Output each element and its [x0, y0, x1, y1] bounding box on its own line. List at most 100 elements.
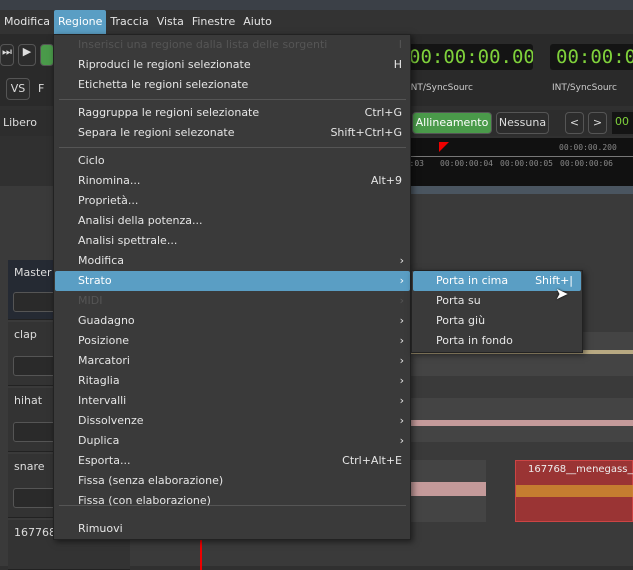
track-name: snare: [14, 460, 45, 473]
snap-button[interactable]: Allineamento: [412, 112, 492, 134]
submenu-item-label: Porta in cima: [436, 274, 509, 287]
menu-item-esporta[interactable]: Esporta... Ctrl+Alt+E: [55, 451, 410, 471]
strato-submenu: Porta in cima Shift+| Porta su Porta giù Por…: [411, 270, 583, 353]
nav-left-icon[interactable]: <: [565, 112, 584, 134]
menu-item-fissa-senza-elaborazione[interactable]: Fissa (senza elaborazione): [55, 471, 410, 491]
timeline-ruler[interactable]: 00:00:00.200 00:00:00:03 00:00:00:04 00:…: [371, 138, 633, 186]
chevron-right-icon: ›: [399, 274, 404, 287]
f-label: F: [38, 82, 45, 95]
shortcut-label: Ctrl+G: [364, 106, 402, 119]
sync-source-2: INT/SyncSourc: [552, 83, 617, 93]
menu-item-raggruppa-le-regioni-selezionate[interactable]: Raggruppa le regioni selezionate Ctrl+G: [55, 103, 410, 123]
grid-select[interactable]: Nessuna: [496, 112, 549, 134]
nudge-clock[interactable]: 00: [612, 112, 633, 134]
chevron-right-icon: ›: [399, 314, 404, 327]
menu-item-label: Raggruppa le regioni selezionate: [78, 106, 260, 119]
menu-item-label: Rimuovi: [78, 522, 123, 535]
menu-item-label: Guadagno: [78, 314, 135, 327]
menu-item-analisi-spettrale[interactable]: Analisi spettrale...: [55, 231, 410, 251]
vs-button[interactable]: VS: [6, 78, 30, 100]
menu-item-riproduci-le-regioni-selezionate[interactable]: Riproduci le regioni selezionate H: [55, 55, 410, 75]
submenu-item-porta-gi-[interactable]: Porta giù: [413, 311, 581, 331]
menu-item-ciclo[interactable]: Ciclo: [55, 151, 410, 171]
menu-aiuto[interactable]: Aiuto: [239, 10, 276, 34]
menu-item-guadagno[interactable]: Guadagno ›: [55, 311, 410, 331]
chevron-right-icon: ›: [399, 334, 404, 347]
track-name: clap: [14, 328, 37, 341]
menu-vista[interactable]: Vista: [153, 10, 188, 34]
shortcut-label: Alt+9: [370, 174, 402, 187]
menu-item-label: MIDI: [78, 294, 103, 307]
menu-item-intervalli[interactable]: Intervalli ›: [55, 391, 410, 411]
regione-menu: Inserisci una regione dalla lista delle …: [53, 34, 411, 540]
chevron-right-icon: ›: [399, 374, 404, 387]
menu-regione[interactable]: Regione: [53, 10, 107, 34]
ruler-tick: 00:00:00:04: [440, 159, 493, 168]
menu-item-duplica[interactable]: Duplica ›: [55, 431, 410, 451]
menu-finestre[interactable]: Finestre: [188, 10, 239, 34]
menu-item-label: Analisi spettrale...: [78, 234, 178, 247]
menu-item-rimuovi[interactable]: Rimuovi: [55, 519, 410, 539]
submenu-item-label: Porta giù: [436, 314, 486, 327]
chevron-right-icon: ›: [399, 414, 404, 427]
menu-item-strato[interactable]: Strato ›: [55, 271, 410, 291]
track-name: Master: [14, 266, 52, 279]
menu-item-dissolvenze[interactable]: Dissolvenze ›: [55, 411, 410, 431]
menu-item-fissa-con-elaborazione[interactable]: Fissa (con elaborazione): [55, 491, 410, 511]
sync-source-1: INT/SyncSourc: [408, 83, 473, 93]
menu-item-analisi-della-potenza[interactable]: Analisi della potenza...: [55, 211, 410, 231]
region-name: 167768__menegass__no: [528, 464, 633, 475]
menu-item-ritaglia[interactable]: Ritaglia ›: [55, 371, 410, 391]
menu-traccia[interactable]: Traccia: [106, 10, 152, 34]
menu-item-label: Proprietà...: [78, 194, 139, 207]
goto-end-button[interactable]: ⏭: [0, 44, 14, 66]
secondary-clock[interactable]: 00:00:0: [550, 44, 633, 70]
menu-separator: [59, 99, 406, 100]
menu-modifica[interactable]: Modifica: [0, 10, 54, 34]
shortcut-label: Shift+Ctrl+G: [330, 126, 402, 139]
ruler-top-label: 00:00:00.200: [559, 143, 617, 152]
submenu-item-label: Porta in fondo: [436, 334, 513, 347]
menu-item-midi: MIDI ›: [55, 291, 410, 311]
mouse-cursor-icon: ➤: [555, 284, 569, 303]
menu-item-label: Ritaglia: [78, 374, 120, 387]
submenu-item-porta-in-fondo[interactable]: Porta in fondo: [413, 331, 581, 351]
menu-item-label: Duplica: [78, 434, 120, 447]
chevron-right-icon: ›: [399, 434, 404, 447]
menu-item-marcatori[interactable]: Marcatori ›: [55, 351, 410, 371]
menu-item-rinomina[interactable]: Rinomina... Alt+9: [55, 171, 410, 191]
nav-right-icon[interactable]: >: [588, 112, 607, 134]
menu-item-label: Ciclo: [78, 154, 105, 167]
menu-item-label: Riproduci le regioni selezionate: [78, 58, 251, 71]
chevron-right-icon: ›: [399, 394, 404, 407]
menu-item-label: Modifica: [78, 254, 124, 267]
chevron-right-icon: ›: [399, 254, 404, 267]
menu-item-separa-le-regioni-selezonate[interactable]: Separa le regioni selezonate Shift+Ctrl+G: [55, 123, 410, 143]
menu-item-label: Inserisci una regione dalla lista delle …: [78, 38, 328, 51]
snare-region[interactable]: [411, 460, 486, 522]
menu-item-propriet[interactable]: Proprietà...: [55, 191, 410, 211]
menu-item-label: Marcatori: [78, 354, 130, 367]
menu-item-label: Fissa (senza elaborazione): [78, 474, 224, 487]
ruler-tick: 00:00:00:05: [500, 159, 553, 168]
submenu-item-label: Porta su: [436, 294, 481, 307]
menu-item-label: Strato: [78, 274, 112, 287]
menu-item-label: Separa le regioni selezonate: [78, 126, 235, 139]
menu-item-label: Fissa (con elaborazione): [78, 494, 211, 507]
menu-item-modifica[interactable]: Modifica ›: [55, 251, 410, 271]
play-icon[interactable]: ▶: [18, 44, 36, 66]
track-name: hihat: [14, 394, 43, 407]
stop-button[interactable]: [40, 44, 54, 66]
hihat-region[interactable]: [411, 398, 633, 442]
menu-item-posizione[interactable]: Posizione ›: [55, 331, 410, 351]
menu-item-label: Etichetta le regioni selezionate: [78, 78, 249, 91]
shortcut-label: Ctrl+Alt+E: [342, 454, 402, 467]
menu-item-label: Analisi della potenza...: [78, 214, 203, 227]
shortcut-label: I: [398, 38, 402, 51]
selected-region[interactable]: 167768__menegass__no: [515, 460, 633, 522]
primary-clock[interactable]: 00:00:00.000: [403, 44, 533, 70]
playhead-marker-icon[interactable]: [439, 142, 449, 152]
ruler-tick: 00:00:00:06: [560, 159, 613, 168]
menu-item-etichetta-le-regioni-selezionate[interactable]: Etichetta le regioni selezionate: [55, 75, 410, 95]
edit-mode-select[interactable]: Libero: [3, 116, 37, 129]
